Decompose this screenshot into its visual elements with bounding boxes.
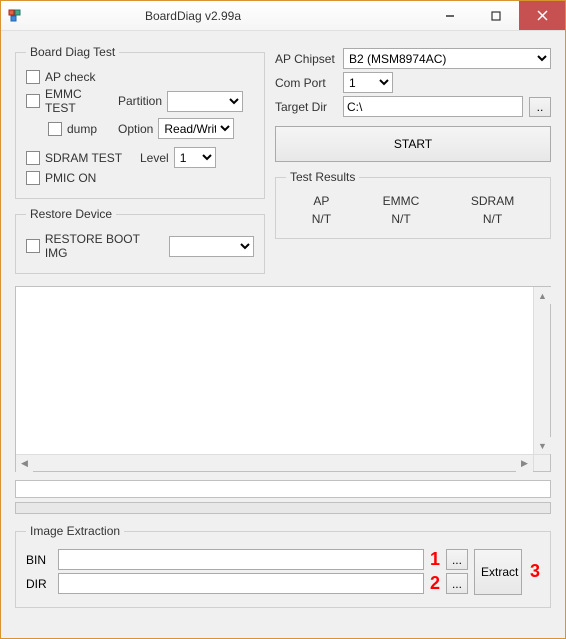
progress-text-box — [15, 480, 551, 498]
test-results-group: Test Results AP N/T EMMC N/T SDRAM N/T — [275, 170, 551, 239]
ap-chipset-label: AP Chipset — [275, 52, 337, 66]
target-dir-label: Target Dir — [275, 100, 337, 114]
board-diag-legend: Board Diag Test — [26, 45, 119, 59]
bin-input[interactable] — [58, 549, 424, 570]
com-port-label: Com Port — [275, 76, 337, 90]
minimize-button[interactable] — [427, 1, 473, 30]
target-dir-browse-button[interactable]: .. — [529, 97, 551, 117]
board-diag-test-group: Board Diag Test AP check EMMC TEST Parti… — [15, 45, 265, 199]
horizontal-scrollbar[interactable]: ◀ ▶ — [16, 454, 533, 471]
scroll-up-icon[interactable]: ▲ — [534, 287, 551, 304]
restore-legend: Restore Device — [26, 207, 116, 221]
dump-checkbox[interactable] — [48, 122, 62, 136]
close-button[interactable] — [519, 1, 565, 30]
pmic-on-label: PMIC ON — [45, 171, 96, 185]
emmc-test-label: EMMC TEST — [45, 87, 113, 115]
annotation-3: 3 — [530, 561, 540, 582]
dir-browse-button[interactable]: ... — [446, 573, 468, 594]
restore-device-group: Restore Device RESTORE BOOT IMG — [15, 207, 265, 274]
partition-select[interactable] — [167, 91, 243, 112]
result-sdram-label: SDRAM — [471, 194, 514, 208]
maximize-button[interactable] — [473, 1, 519, 30]
title-bar: BoardDiag v2.99a — [1, 1, 565, 31]
option-label: Option — [118, 122, 153, 136]
bin-browse-button[interactable]: ... — [446, 549, 468, 570]
test-results-legend: Test Results — [286, 170, 359, 184]
result-emmc-label: EMMC — [383, 194, 420, 208]
sdram-test-checkbox[interactable] — [26, 151, 40, 165]
start-button[interactable]: START — [275, 126, 551, 162]
restore-boot-label: RESTORE BOOT IMG — [45, 232, 164, 260]
scroll-corner — [533, 454, 550, 471]
vertical-scrollbar[interactable]: ▲ ▼ — [533, 287, 550, 454]
dump-label: dump — [67, 122, 113, 136]
progress-bar — [15, 502, 551, 514]
com-port-select[interactable]: 1 — [343, 72, 393, 93]
sdram-test-label: SDRAM TEST — [45, 151, 135, 165]
ap-check-label: AP check — [45, 70, 95, 84]
target-dir-input[interactable] — [343, 96, 523, 117]
image-extraction-group: Image Extraction BIN 1 ... DIR 2 ... Ext… — [15, 524, 551, 608]
dir-label: DIR — [26, 577, 52, 591]
result-ap-value: N/T — [312, 212, 331, 226]
window-title: BoardDiag v2.99a — [0, 9, 427, 23]
scroll-left-icon[interactable]: ◀ — [16, 455, 33, 472]
partition-label: Partition — [118, 94, 162, 108]
emmc-test-checkbox[interactable] — [26, 94, 40, 108]
scroll-right-icon[interactable]: ▶ — [516, 455, 533, 472]
restore-boot-checkbox[interactable] — [26, 239, 40, 253]
ap-chipset-select[interactable]: B2 (MSM8974AC) — [343, 48, 551, 69]
result-emmc-value: N/T — [383, 212, 420, 226]
level-label: Level — [140, 151, 169, 165]
annotation-1: 1 — [430, 549, 440, 570]
log-textarea[interactable]: ▲ ▼ ◀ ▶ — [15, 286, 551, 472]
ap-check-checkbox[interactable] — [26, 70, 40, 84]
bin-label: BIN — [26, 553, 52, 567]
scroll-down-icon[interactable]: ▼ — [534, 437, 551, 454]
result-sdram-value: N/T — [471, 212, 514, 226]
image-extraction-legend: Image Extraction — [26, 524, 124, 538]
dir-input[interactable] — [58, 573, 424, 594]
result-ap-label: AP — [312, 194, 331, 208]
annotation-2: 2 — [430, 573, 440, 594]
restore-boot-select[interactable] — [169, 236, 254, 257]
option-select[interactable]: Read/Writ — [158, 118, 234, 139]
level-select[interactable]: 1 — [174, 147, 216, 168]
pmic-on-checkbox[interactable] — [26, 171, 40, 185]
extract-button[interactable]: Extract — [474, 549, 522, 595]
